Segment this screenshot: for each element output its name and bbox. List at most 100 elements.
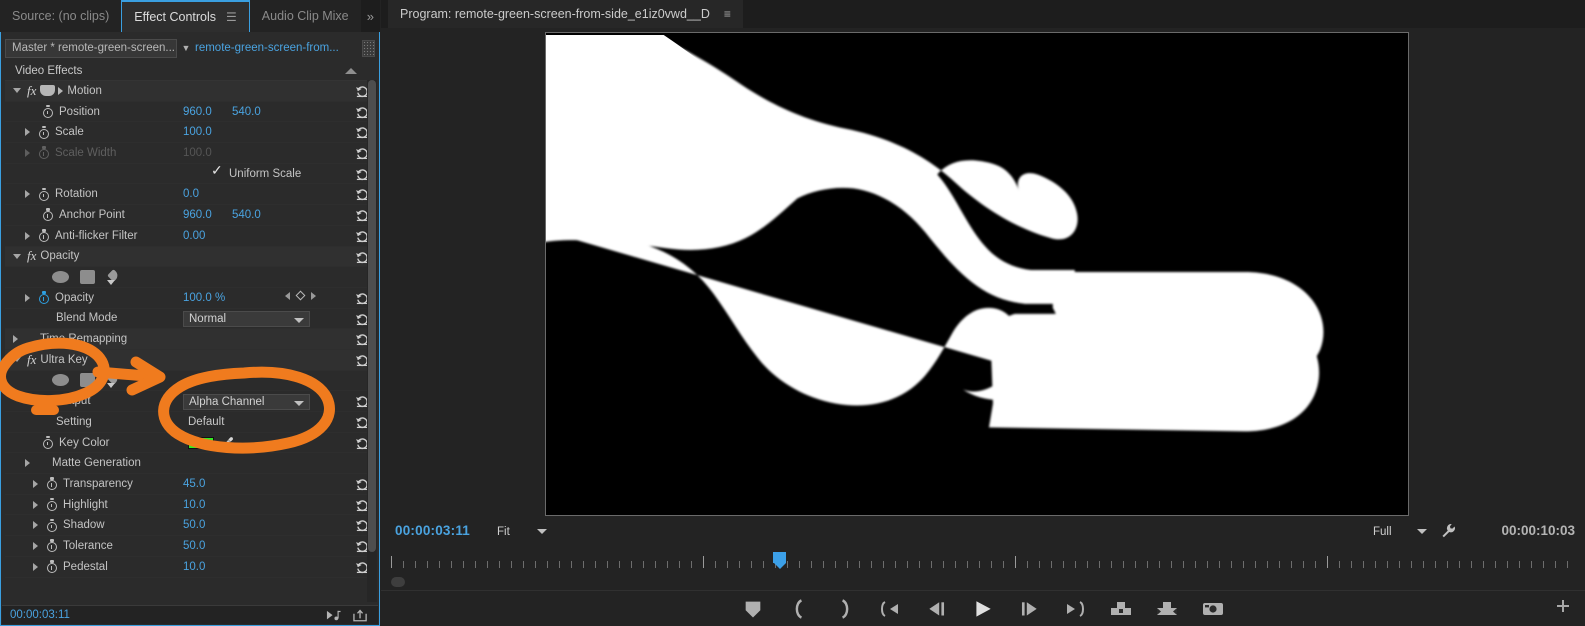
disclosure-right-icon[interactable] xyxy=(33,541,38,550)
program-timeline-ruler[interactable] xyxy=(391,548,1575,574)
property-value[interactable]: 0.0 xyxy=(183,188,199,200)
disclosure-right-icon[interactable] xyxy=(25,459,30,468)
effect-header-time-remapping[interactable]: Time Remapping xyxy=(5,329,375,350)
property-row-key-color[interactable]: Key Color xyxy=(5,433,375,454)
property-row-setting[interactable]: Setting Default xyxy=(5,412,375,433)
rectangle-mask-icon[interactable] xyxy=(80,270,95,285)
toggle-animation-key-color-icon[interactable] xyxy=(42,436,54,450)
disclosure-right-icon[interactable] xyxy=(13,335,18,344)
dropdown-output[interactable]: Alpha Channel xyxy=(183,393,310,410)
disclosure-right-icon[interactable] xyxy=(33,521,38,530)
ellipse-mask-icon[interactable] xyxy=(52,374,69,387)
property-row-scale-width[interactable]: Scale Width 100.0 xyxy=(5,143,375,164)
toggle-animation-highlight-icon[interactable] xyxy=(46,498,58,512)
step-back-button[interactable] xyxy=(926,598,948,620)
panel-grip-icon[interactable] xyxy=(362,39,375,57)
playback-resolution-dropdown[interactable]: Full xyxy=(1367,523,1433,540)
key-color-swatch[interactable] xyxy=(188,436,214,449)
property-value[interactable]: 100.0 xyxy=(183,147,212,159)
disclosure-right-icon[interactable] xyxy=(33,562,38,571)
property-value[interactable]: 540.0 xyxy=(232,106,261,118)
property-row-anchor-point[interactable]: Anchor Point 960.0 540.0 xyxy=(5,205,375,226)
eyedropper-icon[interactable] xyxy=(220,436,234,450)
video-effects-section-header[interactable]: Video Effects xyxy=(5,62,375,81)
toggle-animation-rotation-icon[interactable] xyxy=(38,187,50,201)
property-value[interactable]: 50.0 xyxy=(183,540,205,552)
add-marker-button[interactable] xyxy=(742,598,764,620)
video-preview-frame[interactable] xyxy=(545,32,1409,516)
program-playhead[interactable] xyxy=(773,552,787,569)
property-row-blend-mode[interactable]: Blend Mode Normal xyxy=(5,309,375,330)
program-panel-menu-icon[interactable]: ≡ xyxy=(724,7,731,21)
collapse-chevron-icon[interactable] xyxy=(345,68,357,74)
property-value[interactable]: 0.00 xyxy=(183,230,205,242)
toggle-animation-anchor-point-icon[interactable] xyxy=(42,208,54,222)
effects-scrollbar-thumb[interactable] xyxy=(368,80,376,552)
property-row-output[interactable]: Output Alpha Channel xyxy=(5,391,375,412)
property-value[interactable]: 50.0 xyxy=(183,519,205,531)
disclosure-right-icon[interactable] xyxy=(25,231,30,240)
property-row-transparency[interactable]: Transparency 45.0 xyxy=(5,474,375,495)
toggle-animation-scale-icon[interactable] xyxy=(38,125,50,139)
effect-header-opacity[interactable]: fx Opacity xyxy=(5,246,375,268)
pen-mask-icon[interactable] xyxy=(106,270,121,285)
disclosure-right-icon[interactable] xyxy=(25,148,30,157)
next-keyframe-icon[interactable] xyxy=(311,291,316,300)
go-to-in-button[interactable] xyxy=(880,598,902,620)
ellipse-mask-icon[interactable] xyxy=(52,271,69,284)
motion-transform-icon[interactable] xyxy=(40,85,56,97)
property-row-opacity[interactable]: Opacity 100.0 % xyxy=(5,288,375,309)
property-value[interactable]: 45.0 xyxy=(183,478,205,490)
mark-in-button[interactable] xyxy=(788,598,810,620)
property-value[interactable]: 10.0 xyxy=(183,561,205,573)
disclosure-right-icon[interactable] xyxy=(25,293,30,302)
property-row-anti-flicker-filter[interactable]: Anti-flicker Filter 0.00 xyxy=(5,226,375,247)
motion-expand-icon[interactable] xyxy=(58,86,64,95)
effect-header-motion[interactable]: fx Motion xyxy=(5,81,375,102)
zoom-scrollbar-thumb[interactable] xyxy=(391,577,405,587)
setting-value[interactable]: Default xyxy=(188,416,224,428)
step-forward-button[interactable] xyxy=(1018,598,1040,620)
property-row-position[interactable]: Position 960.0 540.0 xyxy=(5,102,375,123)
previous-keyframe-icon[interactable] xyxy=(285,291,290,300)
export-frame-button[interactable] xyxy=(1202,598,1224,620)
property-value[interactable]: 100.0 % xyxy=(183,292,225,304)
property-row-pedestal[interactable]: Pedestal 10.0 xyxy=(5,557,375,578)
property-row-highlight[interactable]: Highlight 10.0 xyxy=(5,495,375,516)
property-value[interactable]: 960.0 xyxy=(183,106,212,118)
effect-header-ultra-key[interactable]: fx Ultra Key xyxy=(5,349,375,371)
program-monitor-viewport[interactable] xyxy=(381,28,1585,518)
tab-overflow-icon[interactable]: » xyxy=(360,0,380,32)
lift-button[interactable] xyxy=(1110,598,1132,620)
effects-vertical-scrollbar[interactable] xyxy=(367,80,377,602)
toggle-animation-tolerance-icon[interactable] xyxy=(46,539,58,553)
extract-button[interactable] xyxy=(1156,598,1178,620)
uniform-scale-checkbox[interactable]: Uniform Scale xyxy=(211,163,301,180)
disclosure-down-icon[interactable] xyxy=(13,88,21,94)
panel-menu-icon[interactable]: ☰ xyxy=(226,10,237,24)
property-row-rotation[interactable]: Rotation 0.0 xyxy=(5,184,375,206)
tab-effect-controls[interactable]: Effect Controls ☰ xyxy=(121,0,250,32)
property-row-scale[interactable]: Scale 100.0 xyxy=(5,122,375,144)
disclosure-right-icon[interactable] xyxy=(33,479,38,488)
play-audio-icon[interactable] xyxy=(326,609,341,622)
disclosure-right-icon[interactable] xyxy=(25,190,30,199)
toggle-animation-position-icon[interactable] xyxy=(42,105,54,119)
property-row-uniform-scale[interactable]: Uniform Scale xyxy=(5,163,375,185)
rectangle-mask-icon[interactable] xyxy=(80,373,95,388)
dropdown-blend-mode[interactable]: Normal xyxy=(183,311,310,328)
mark-out-button[interactable] xyxy=(834,598,856,620)
property-value[interactable]: 100.0 xyxy=(183,126,212,138)
master-clip-chip[interactable]: Master * remote-green-screen... xyxy=(5,38,177,58)
program-current-timecode[interactable]: 00:00:03:11 xyxy=(395,523,470,538)
toggle-animation-scale-width-icon[interactable] xyxy=(38,146,50,160)
disclosure-down-icon[interactable] xyxy=(13,357,21,363)
play-stop-button[interactable] xyxy=(972,598,994,620)
mask-tools-row[interactable] xyxy=(5,371,375,392)
tab-source[interactable]: Source: (no clips) xyxy=(0,0,122,32)
pen-mask-icon[interactable] xyxy=(106,373,121,388)
tab-program-monitor[interactable]: Program: remote-green-screen-from-side_e… xyxy=(388,0,743,28)
toggle-animation-transparency-icon[interactable] xyxy=(46,477,58,491)
disclosure-right-icon[interactable] xyxy=(33,500,38,509)
property-value[interactable]: 540.0 xyxy=(232,209,261,221)
